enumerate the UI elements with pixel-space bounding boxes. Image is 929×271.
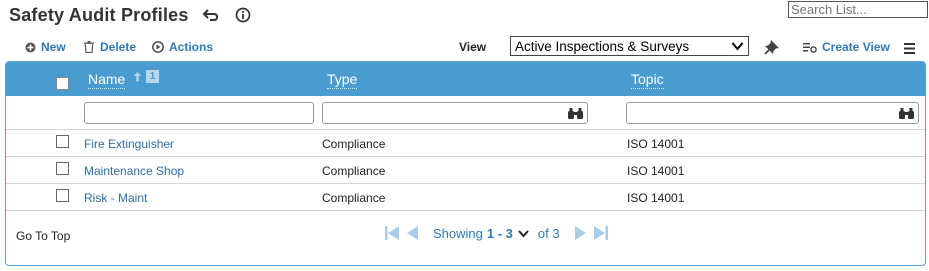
binoculars-icon[interactable] bbox=[898, 107, 915, 125]
row-topic: ISO 14001 bbox=[627, 191, 685, 205]
row-name-link[interactable]: Maintenance Shop bbox=[84, 164, 184, 178]
column-header-topic[interactable]: Topic bbox=[631, 71, 664, 89]
actions-label: Actions bbox=[169, 40, 214, 54]
view-label: View bbox=[459, 40, 487, 54]
next-page-icon[interactable] bbox=[574, 225, 588, 241]
page-title: Safety Audit Profiles bbox=[9, 4, 189, 25]
back-arrow-icon[interactable] bbox=[202, 8, 220, 22]
hamburger-menu-icon[interactable] bbox=[904, 41, 915, 59]
row-name-link[interactable]: Fire Extinguisher bbox=[84, 137, 174, 151]
type-filter-input[interactable] bbox=[322, 102, 588, 124]
column-header-name[interactable]: Name bbox=[88, 71, 126, 89]
pin-icon[interactable] bbox=[764, 39, 780, 60]
first-page-icon[interactable] bbox=[384, 225, 400, 241]
list-settings-icon bbox=[803, 42, 817, 53]
delete-label: Delete bbox=[100, 40, 137, 54]
table-row[interactable]: Risk - Maint Compliance ISO 14001 bbox=[6, 184, 925, 211]
info-icon[interactable] bbox=[235, 7, 251, 23]
range-chevron-down-icon[interactable] bbox=[518, 229, 529, 238]
table-row[interactable]: Fire Extinguisher Compliance ISO 14001 bbox=[6, 130, 925, 157]
delete-button[interactable]: Delete bbox=[83, 40, 136, 54]
row-type: Compliance bbox=[322, 164, 386, 178]
data-grid: Name 1 Type Topic Fire Extinguisher Comp… bbox=[5, 61, 926, 266]
view-select[interactable]: Active Inspections & Surveys bbox=[510, 36, 749, 56]
showing-label: Showing bbox=[433, 225, 483, 241]
play-circle-icon bbox=[152, 41, 164, 53]
row-type: Compliance bbox=[322, 137, 386, 151]
page-range: 1 - 3 bbox=[486, 225, 513, 241]
sort-up-arrow-icon bbox=[134, 72, 141, 82]
view-select-value: Active Inspections & Surveys bbox=[515, 38, 690, 54]
new-label: New bbox=[41, 40, 66, 54]
of-total-label: of 3 bbox=[537, 225, 560, 241]
row-name-link[interactable]: Risk - Maint bbox=[84, 191, 147, 205]
plus-circle-icon bbox=[25, 42, 36, 52]
sort-order-badge: 1 bbox=[146, 70, 159, 83]
actions-button[interactable]: Actions bbox=[152, 40, 213, 54]
topic-filter-input[interactable] bbox=[626, 102, 919, 124]
name-filter-input[interactable] bbox=[84, 102, 314, 124]
select-all-checkbox[interactable] bbox=[56, 77, 69, 90]
last-page-icon[interactable] bbox=[593, 225, 609, 241]
table-row[interactable]: Maintenance Shop Compliance ISO 14001 bbox=[6, 157, 925, 184]
grid-footer: Go To Top Showing 1 - 3 of 3 bbox=[6, 212, 925, 265]
sort-indicator[interactable]: 1 bbox=[133, 70, 159, 83]
row-checkbox[interactable] bbox=[56, 189, 69, 202]
column-header-type[interactable]: Type bbox=[327, 71, 358, 89]
trash-icon bbox=[84, 41, 94, 53]
row-checkbox[interactable] bbox=[56, 162, 69, 175]
new-button[interactable]: New bbox=[25, 40, 66, 54]
row-topic: ISO 14001 bbox=[627, 164, 685, 178]
grid-header: Name 1 Type Topic bbox=[6, 62, 925, 96]
row-checkbox[interactable] bbox=[56, 135, 69, 148]
chevron-down-icon bbox=[731, 40, 744, 55]
row-topic: ISO 14001 bbox=[627, 137, 685, 151]
toolbar: New Delete Actions View Active Inspectio… bbox=[0, 36, 929, 60]
previous-page-icon[interactable] bbox=[405, 225, 419, 241]
create-view-button[interactable]: Create View bbox=[803, 40, 890, 54]
go-to-top-link[interactable]: Go To Top bbox=[16, 229, 70, 243]
pager: Showing 1 - 3 of 3 bbox=[384, 223, 609, 243]
title-bar: Safety Audit Profiles bbox=[9, 2, 251, 28]
search-list-input[interactable] bbox=[788, 1, 928, 18]
row-type: Compliance bbox=[322, 191, 386, 205]
binoculars-icon[interactable] bbox=[567, 107, 584, 125]
filter-row bbox=[6, 96, 925, 130]
create-view-label: Create View bbox=[822, 40, 890, 54]
